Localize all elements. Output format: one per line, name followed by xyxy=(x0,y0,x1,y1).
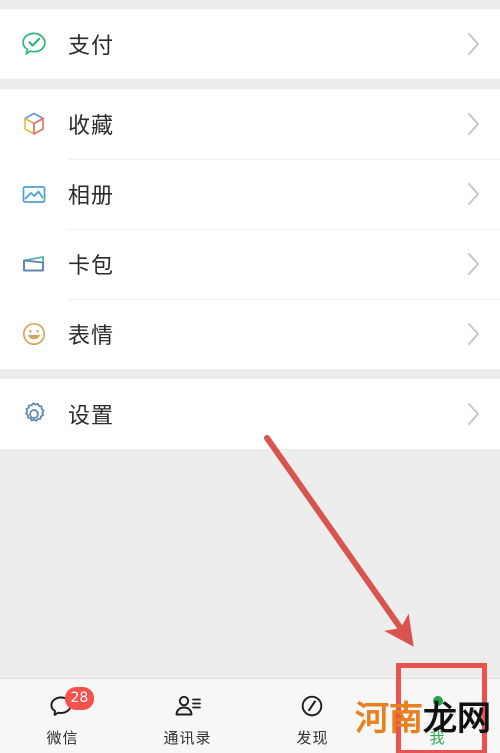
menu-item-cards[interactable]: 卡包 xyxy=(0,229,500,299)
menu-item-label: 相册 xyxy=(68,183,115,208)
chevron-right-icon xyxy=(448,402,500,426)
menu-group-content: 收藏 相册 卡包 表情 xyxy=(0,89,500,369)
chevron-right-icon xyxy=(448,322,500,346)
pay-bubble-check-icon xyxy=(0,29,68,59)
top-spacer xyxy=(0,0,500,9)
menu-group-pay: 支付 xyxy=(0,9,500,79)
menu-item-label: 卡包 xyxy=(68,253,115,278)
contacts-person-icon xyxy=(171,689,205,723)
tab-contacts[interactable]: 通讯录 xyxy=(125,679,250,753)
tab-label: 微信 xyxy=(46,729,79,747)
chevron-right-icon xyxy=(448,112,500,136)
settings-gear-icon xyxy=(0,399,68,429)
menu-group-settings: 设置 xyxy=(0,379,500,449)
discover-compass-icon xyxy=(296,689,330,723)
tab-label: 通讯录 xyxy=(163,729,212,747)
watermark-part-two: 龙网 xyxy=(423,700,491,738)
tab-label: 发现 xyxy=(296,729,329,747)
menu-item-pay[interactable]: 支付 xyxy=(0,9,500,79)
chevron-right-icon xyxy=(448,32,500,56)
menu-item-stickers[interactable]: 表情 xyxy=(0,299,500,369)
chat-bubble-icon: 28 xyxy=(46,686,95,723)
menu-item-album[interactable]: 相册 xyxy=(0,159,500,229)
watermark-part-one: 河南 xyxy=(355,700,423,738)
chevron-right-icon xyxy=(448,252,500,276)
phone-screen: 支付 收藏 相册 卡包 表情 设置 28 微信 通讯录 发现 我 河南龙网 xyxy=(0,0,500,753)
unread-badge: 28 xyxy=(64,686,95,710)
group-spacer-2 xyxy=(0,369,500,379)
tab-wechat[interactable]: 28 微信 xyxy=(0,679,125,753)
menu-item-label: 支付 xyxy=(68,33,115,58)
menu-item-favorites[interactable]: 收藏 xyxy=(0,89,500,159)
chevron-right-icon xyxy=(448,182,500,206)
menu-item-label: 表情 xyxy=(68,323,115,348)
menu-item-settings[interactable]: 设置 xyxy=(0,379,500,449)
sticker-smiley-icon xyxy=(0,319,68,349)
album-picture-icon xyxy=(0,179,68,209)
group-spacer-1 xyxy=(0,79,500,89)
menu-item-label: 收藏 xyxy=(68,113,115,138)
site-watermark: 河南龙网 xyxy=(355,702,491,736)
menu-item-label: 设置 xyxy=(68,403,115,428)
favorites-cube-icon xyxy=(0,109,68,139)
card-wallet-icon xyxy=(0,249,68,279)
